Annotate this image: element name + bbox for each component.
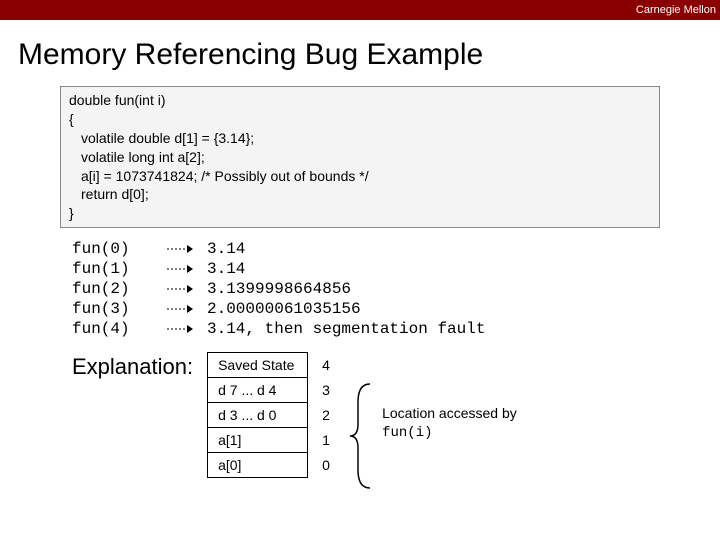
result-call: fun(4) [72,320,152,338]
mem-cell-index: 4 [308,353,342,378]
mem-cell-label: d 7 ... d 4 [208,378,308,403]
result-call: fun(1) [72,260,152,278]
table-row: a[1]1 [208,428,342,453]
header-bar: Carnegie Mellon [0,0,720,20]
org-name: Carnegie Mellon [636,4,716,16]
result-value: 2.00000061035156 [207,300,361,318]
arrow-icon [152,304,207,314]
result-row: fun(4) 3.14, then segmentation fault [72,320,720,338]
code-line: double fun(int i) [69,91,651,110]
result-call: fun(0) [72,240,152,258]
result-row: fun(3) 2.00000061035156 [72,300,720,318]
annotation-line1: Location accessed by [382,405,517,421]
result-value: 3.14 [207,240,245,258]
explanation-section: Explanation: Saved State4d 7 ... d 43d 3… [72,352,720,478]
mem-cell-index: 2 [308,403,342,428]
table-row: Saved State4 [208,353,342,378]
code-block: double fun(int i) { volatile double d[1]… [60,86,660,228]
table-row: d 3 ... d 02 [208,403,342,428]
result-value: 3.14 [207,260,245,278]
mem-cell-label: a[1] [208,428,308,453]
arrow-icon [152,284,207,294]
annotation-line2: fun(i) [382,425,432,441]
results-block: fun(0) 3.14 fun(1) 3.14 fun(2) 3.139999866485… [72,240,720,338]
result-row: fun(0) 3.14 [72,240,720,258]
mem-cell-label: Saved State [208,353,308,378]
arrow-icon [152,244,207,254]
arrow-icon [152,324,207,334]
table-row: a[0]0 [208,453,342,478]
table-row: d 7 ... d 43 [208,378,342,403]
result-call: fun(3) [72,300,152,318]
slide-title: Memory Referencing Bug Example [18,38,720,72]
code-line: volatile double d[1] = {3.14}; [81,129,651,148]
mem-cell-index: 3 [308,378,342,403]
code-line: a[i] = 1073741824; /* Possibly out of bo… [81,167,651,186]
mem-cell-label: a[0] [208,453,308,478]
mem-cell-label: d 3 ... d 0 [208,403,308,428]
memory-table: Saved State4d 7 ... d 43d 3 ... d 02a[1]… [207,352,342,478]
mem-cell-index: 0 [308,453,342,478]
brace-icon [348,382,378,490]
code-line: return d[0]; [81,185,651,204]
mem-cell-index: 1 [308,428,342,453]
result-value: 3.14, then segmentation fault [207,320,485,338]
result-row: fun(1) 3.14 [72,260,720,278]
code-line: volatile long int a[2]; [81,148,651,167]
result-call: fun(2) [72,280,152,298]
explanation-label: Explanation: [72,352,193,380]
result-row: fun(2) 3.1399998664856 [72,280,720,298]
annotation-text: Location accessed by fun(i) [382,404,517,442]
arrow-icon [152,264,207,274]
code-line: { [69,110,651,129]
code-line: } [69,204,651,223]
result-value: 3.1399998664856 [207,280,351,298]
